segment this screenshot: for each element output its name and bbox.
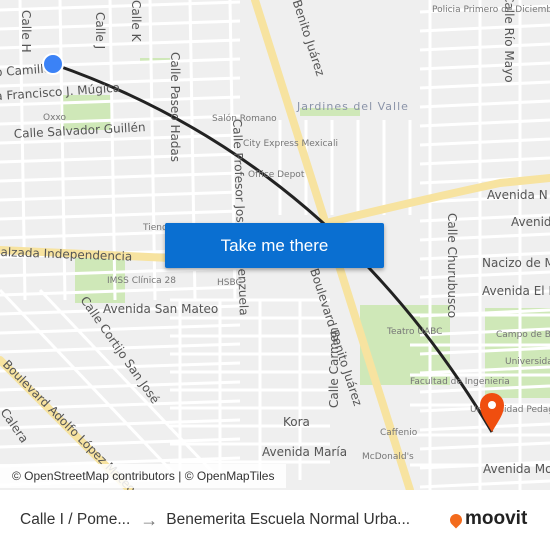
- minor-street: [419, 156, 550, 166]
- poi-label: HSBC: [217, 278, 242, 288]
- minor-street: [419, 118, 550, 128]
- minor-street: [419, 23, 550, 33]
- poi-label: Teatro UABC: [386, 327, 442, 337]
- poi-label: Office Depot: [248, 170, 305, 180]
- street-label: Kora: [283, 415, 310, 429]
- minor-street: [419, 270, 550, 280]
- origin-name: Calle I / Pome...: [20, 511, 131, 528]
- street-label: Calle J: [93, 12, 107, 49]
- poi-label: McDonald's: [362, 452, 414, 462]
- minor-street: [0, 76, 241, 88]
- street-label: Calle Paseo Hadas: [168, 52, 182, 162]
- minor-street: [419, 441, 550, 451]
- minor-street: [0, 0, 241, 12]
- take-me-there-button[interactable]: Take me there: [165, 223, 384, 268]
- footer-bar: Calle I / Pome... → Benemerita Escuela N…: [0, 490, 550, 550]
- street-label: Calzada Independencia: [0, 245, 132, 264]
- minor-street: [0, 19, 241, 31]
- poi-label: Caffenio: [380, 428, 418, 438]
- minor-street: [419, 232, 550, 242]
- street-label: Calle K: [129, 0, 143, 43]
- street-label: Nacizo de M: [482, 256, 550, 270]
- moovit-pin-icon: [447, 511, 465, 529]
- street-label: Avenida N: [487, 188, 548, 202]
- minor-street: [419, 479, 550, 489]
- street-label: Avenida El P: [482, 284, 550, 298]
- poi-label: Policia Primero de Diciembre: [432, 5, 550, 15]
- minor-street: [419, 99, 550, 109]
- minor-street: [0, 190, 241, 202]
- destination-name: Benemerita Escuela Normal Urba...: [166, 511, 411, 528]
- map[interactable]: Calle H Calle J Calle K Pomepeyo Camillo…: [0, 0, 550, 490]
- poi-label: IMSS Clínica 28: [107, 276, 176, 286]
- origin-marker-icon[interactable]: [42, 53, 64, 75]
- arrow-right-icon: →: [140, 509, 159, 530]
- street-label: Avenida Mo: [483, 462, 550, 476]
- minor-street: [419, 422, 550, 432]
- street-label: Calera: [0, 406, 31, 446]
- poi-label: Oxxo: [43, 113, 66, 123]
- street-label: Avenid: [511, 215, 550, 229]
- minor-street: [0, 361, 241, 373]
- street-label: Avenida San Mateo: [103, 302, 218, 316]
- minor-street: [0, 171, 241, 183]
- minor-street: [419, 42, 550, 52]
- minor-street: [419, 61, 550, 71]
- neighborhood-label: Jardines del Valle: [296, 100, 409, 113]
- poi-label: Universidad Autonoma de Baja California: [505, 357, 550, 367]
- minor-street: [419, 80, 550, 90]
- poi-label: City Express Mexicali: [243, 139, 338, 149]
- minor-street: [0, 152, 241, 164]
- street-label: Avenida María: [262, 445, 347, 459]
- poi-label: Facultad de Ingenieria: [410, 377, 510, 387]
- brand-name: moovit: [465, 508, 528, 529]
- minor-street: [0, 38, 241, 50]
- moovit-logo[interactable]: moovit: [447, 508, 528, 530]
- street-label: Calle Churubusco: [445, 213, 459, 318]
- poi-label: Salón Romano: [212, 113, 277, 124]
- street-label: Calle H: [19, 10, 33, 53]
- minor-street: [419, 137, 550, 147]
- map-attribution[interactable]: © OpenStreetMap contributors | © OpenMap…: [0, 464, 287, 488]
- minor-street: [0, 209, 241, 221]
- poi-label: Campo de Beisbol Infantil: [496, 330, 550, 340]
